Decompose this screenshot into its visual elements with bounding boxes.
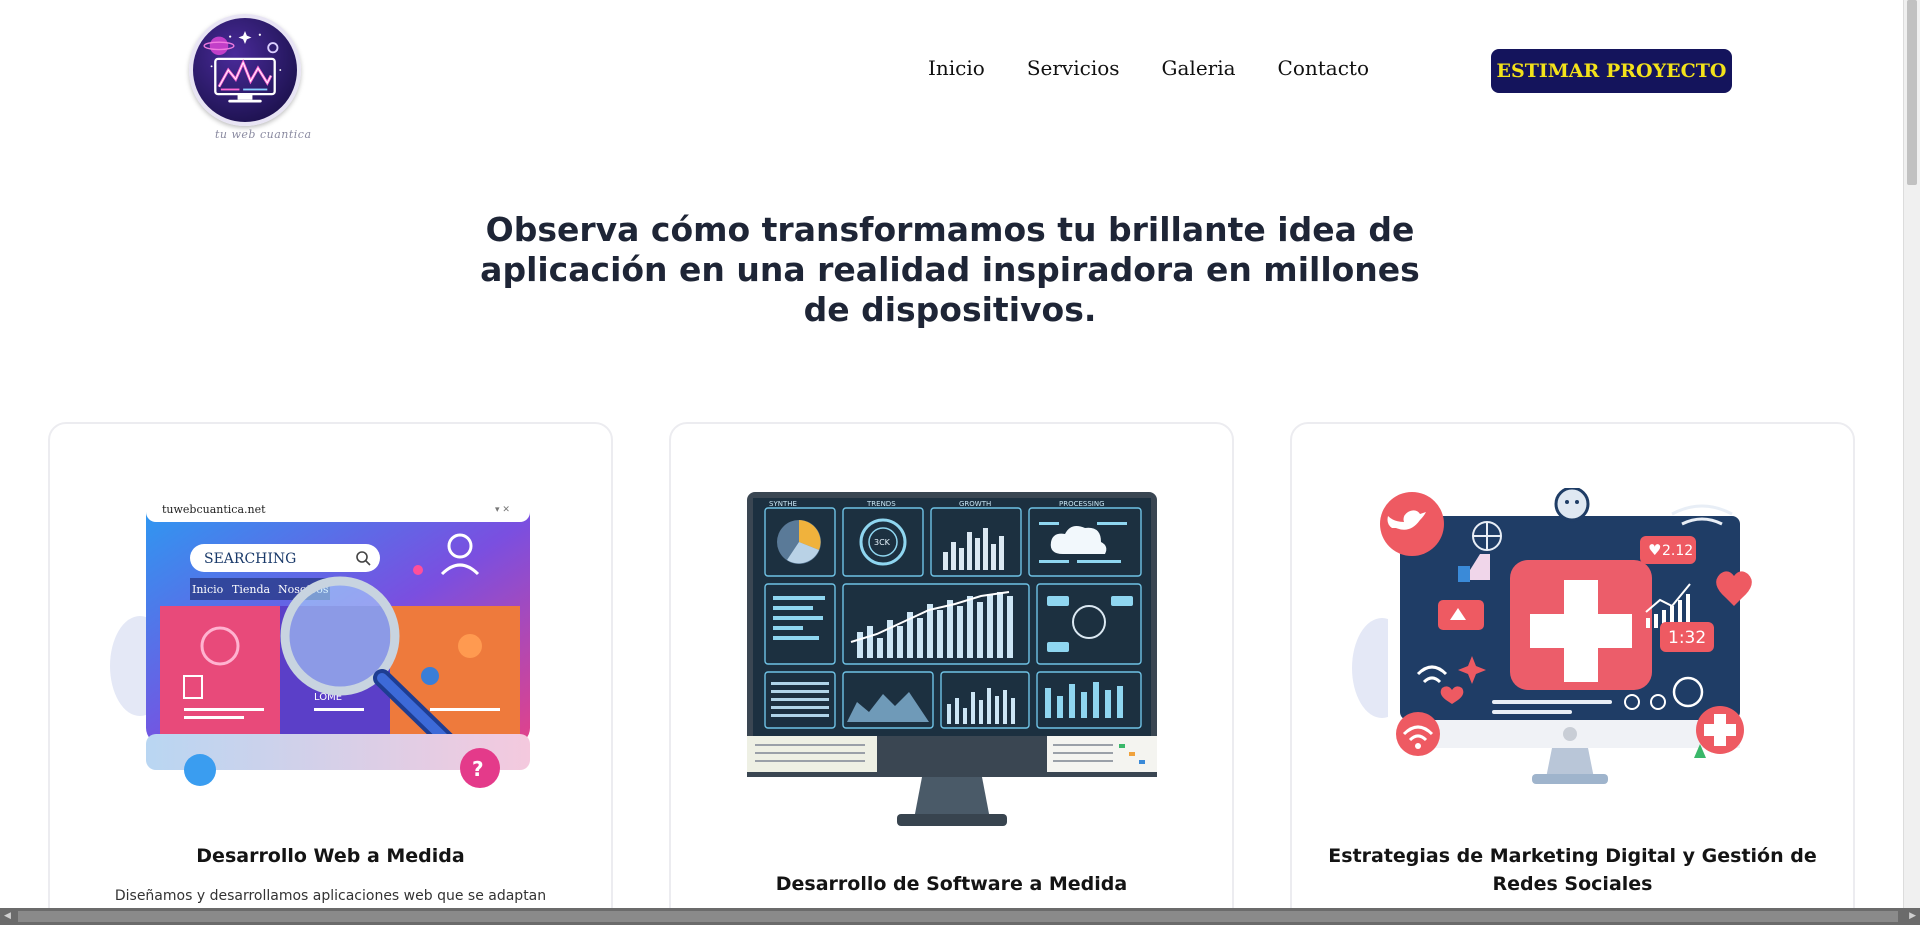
marketing-illustration: ♥ 2.12 1:32 [1352,488,1752,784]
search-text: SEARCHING [204,551,296,567]
mock-menu-1: Inicio [192,583,224,596]
card-description: Diseñamos y desarrollamos aplicaciones w… [114,888,547,904]
service-card-marketing[interactable]: ♥ 2.12 1:32 Estrategias de Marketing Dig… [1290,422,1855,925]
scroll-left-icon[interactable]: ◀ [4,908,11,925]
vertical-scrollbar[interactable] [1903,0,1920,908]
panel-title-3: GROWTH [959,500,991,508]
panel-title-2: TRENDS [866,500,896,508]
nav-item-servicios[interactable]: Servicios [1027,56,1120,80]
service-card-web[interactable]: tuwebcuantica.net ▾ ✕ SEARCHING Inicio T… [48,422,613,925]
horizontal-scrollbar[interactable]: ◀ ▶ [0,908,1920,925]
svg-text:♥: ♥ [1648,541,1661,559]
time-badge-text: 1:32 [1668,628,1706,648]
main-nav: Inicio Servicios Galeria Contacto [928,56,1369,80]
nav-item-inicio[interactable]: Inicio [928,56,985,80]
gauge-text: 3CK [874,538,891,547]
svg-text:?: ? [472,757,484,781]
card-title: Estrategias de Marketing Digital y Gesti… [1328,845,1817,895]
scroll-right-icon[interactable]: ▶ [1909,908,1916,925]
hero-headline: Observa cómo transformamos tu brillante … [480,210,1420,329]
likes-badge-text: 2.12 [1662,543,1693,559]
nav-item-galeria[interactable]: Galeria [1162,56,1236,80]
estimate-project-button[interactable]: ESTIMAR PROYECTO [1491,49,1732,93]
card-title: Desarrollo Web a Medida [196,845,465,867]
logo-icon [203,31,282,103]
mock-menu-2: Tienda [232,583,270,596]
vertical-scrollbar-thumb[interactable] [1907,0,1917,185]
svg-text:▾ ✕: ▾ ✕ [495,505,510,515]
panel-title-4: PROCESSING [1059,500,1105,508]
software-development-illustration: SYNTHE TRENDS GROWTH PROCESSING 3CK [747,492,1157,826]
service-card-software[interactable]: SYNTHE TRENDS GROWTH PROCESSING 3CK Desa… [669,422,1234,925]
brand-logo[interactable] [189,14,301,126]
card-title: Desarrollo de Software a Medida [775,873,1128,895]
horizontal-scrollbar-thumb[interactable] [18,911,1898,922]
site-header: tu web cuantica Inicio Servicios Galeria… [0,0,1900,150]
nav-item-contacto[interactable]: Contacto [1278,56,1369,80]
browser-url-text: tuwebcuantica.net [162,503,266,516]
web-development-illustration: tuwebcuantica.net ▾ ✕ SEARCHING Inicio T… [110,494,530,788]
logo-signature: tu web cuantica [215,128,312,141]
panel-title-1: SYNTHE [769,500,797,508]
